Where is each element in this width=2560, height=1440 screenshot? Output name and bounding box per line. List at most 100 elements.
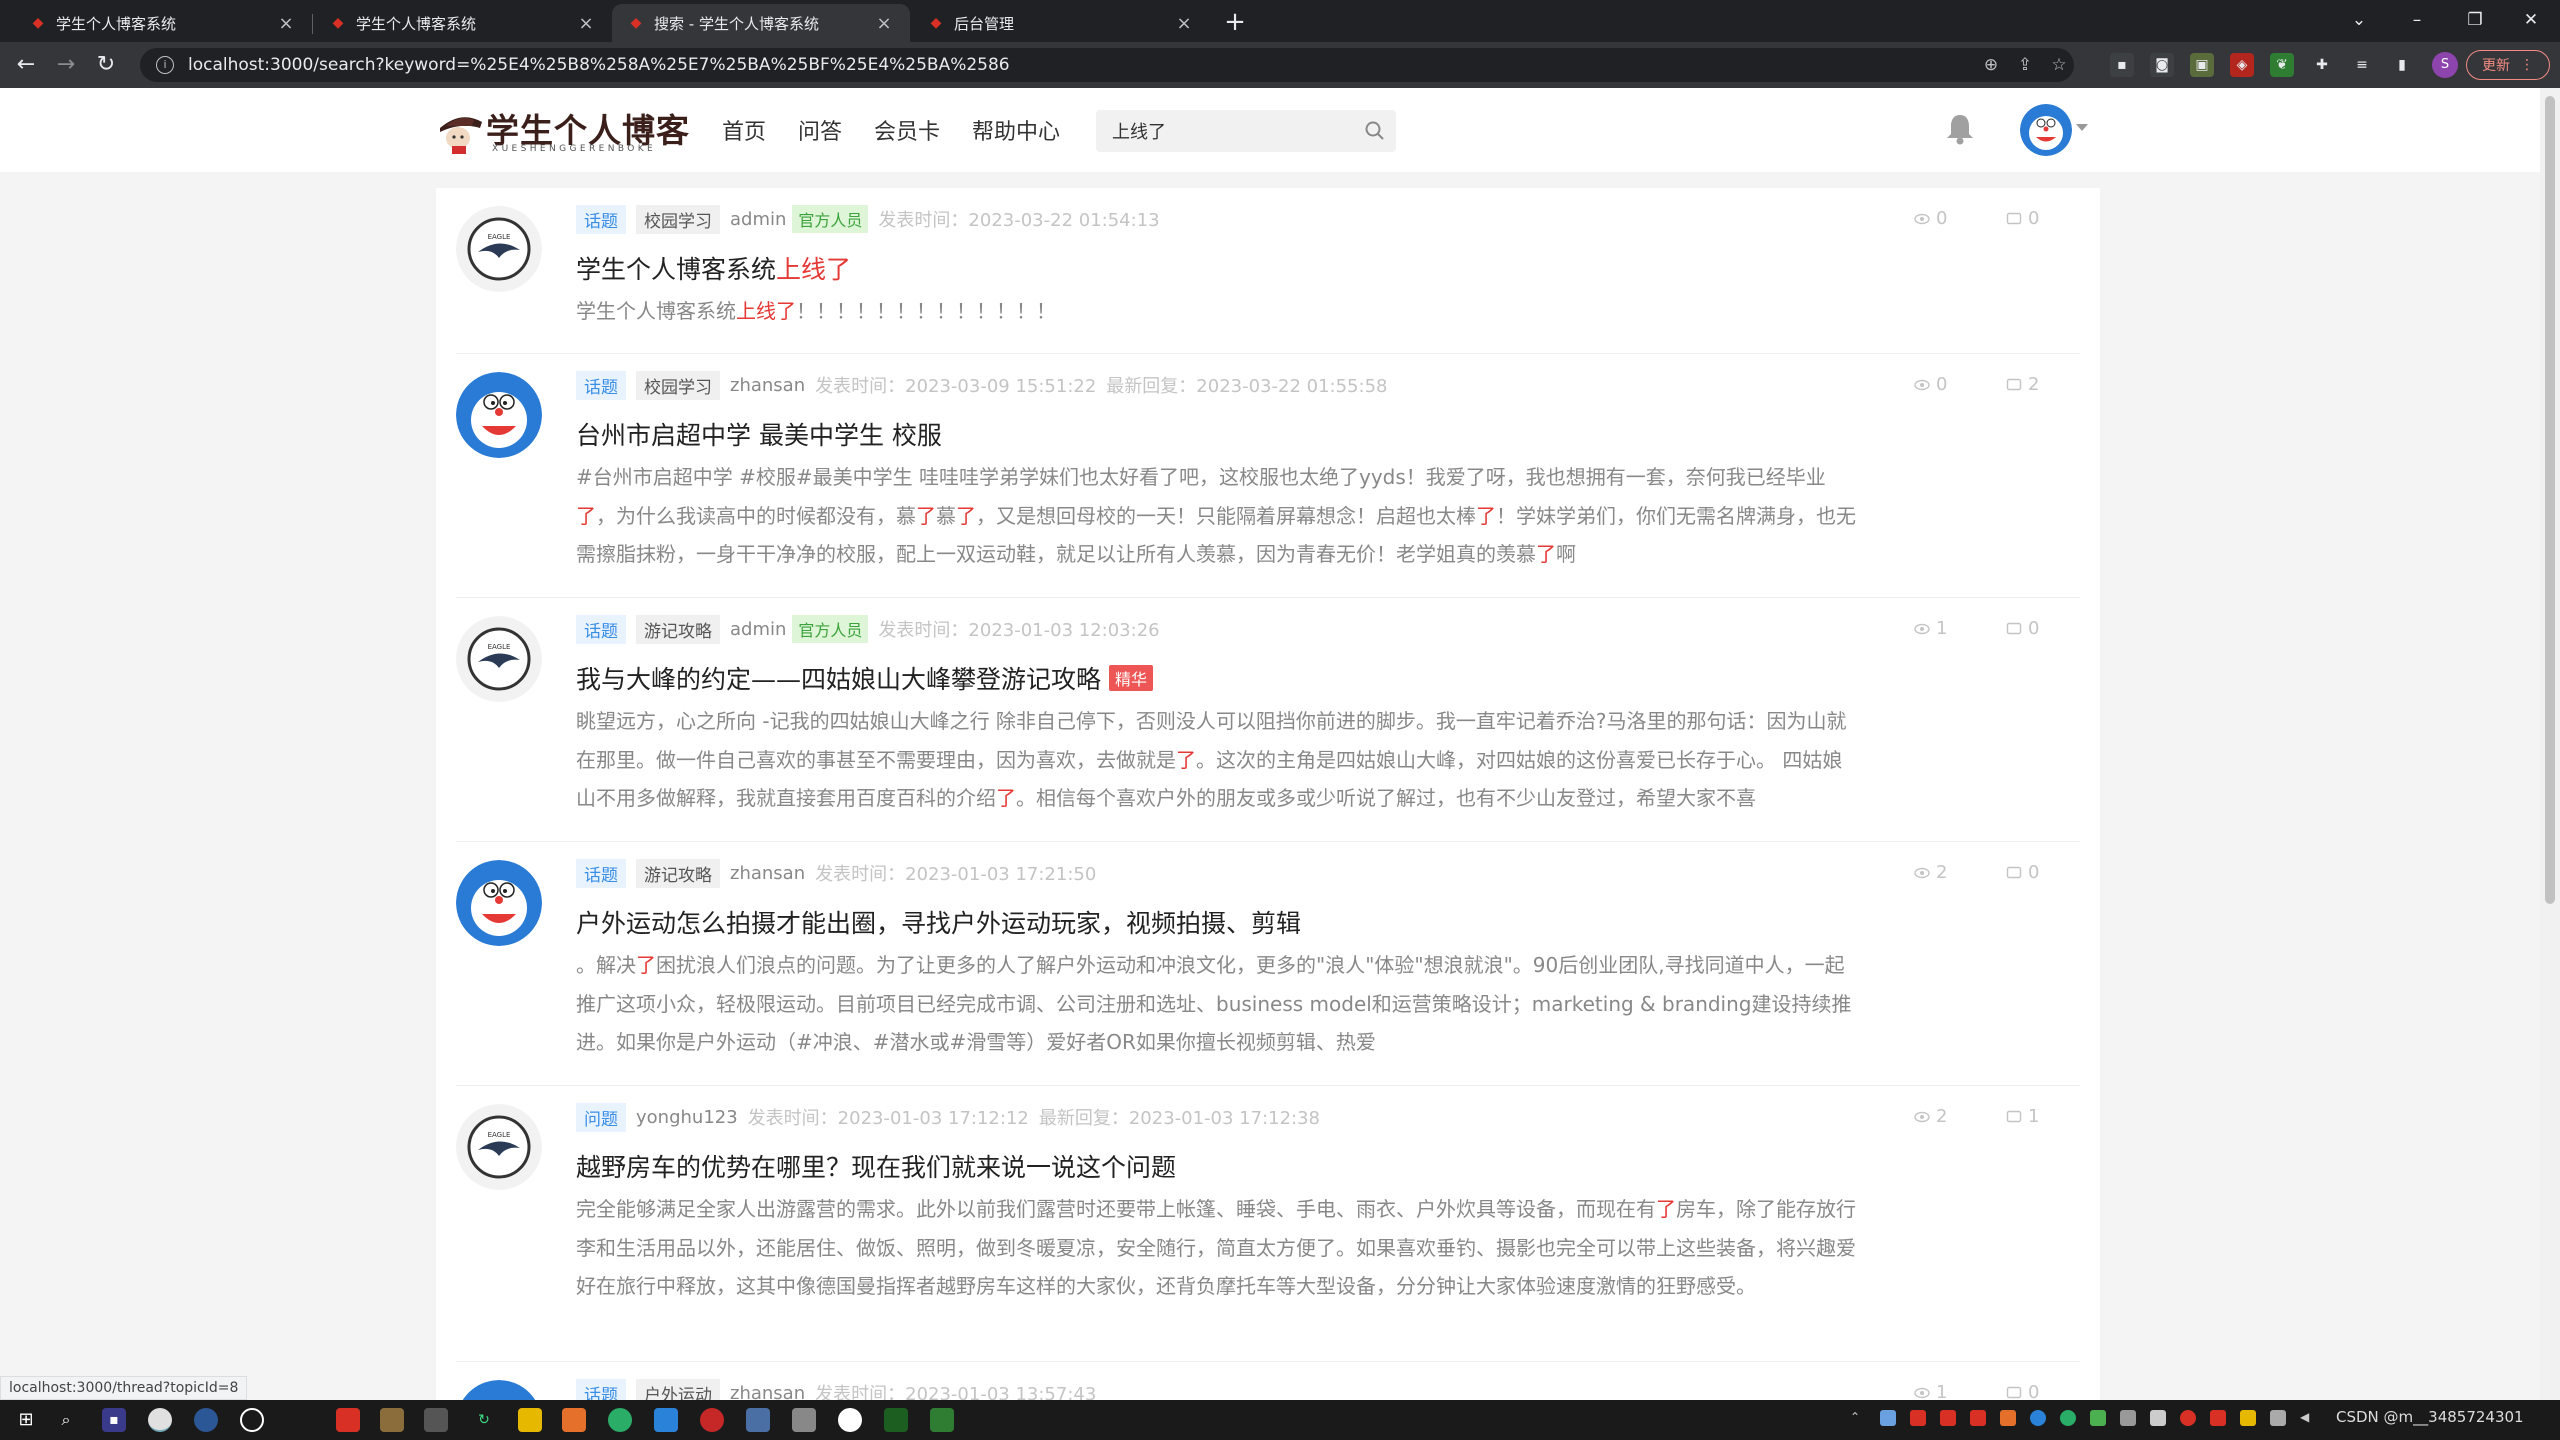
taskbar-search-icon[interactable]: ⌕ <box>54 1408 78 1432</box>
user-avatar[interactable] <box>2020 104 2072 156</box>
zoom-icon[interactable]: ⊕ <box>1980 55 2002 77</box>
more-menu-icon[interactable]: ⋮ <box>2520 57 2534 73</box>
tray-wechat-icon[interactable] <box>2060 1410 2076 1426</box>
taskbar-terminal-icon[interactable] <box>884 1408 908 1432</box>
extensions-puzzle-icon[interactable]: ✚ <box>2310 53 2334 77</box>
reading-list-icon[interactable]: ≡ <box>2350 53 2374 77</box>
post-author[interactable]: yonghu123 <box>636 1107 738 1128</box>
extension-chat-icon[interactable]: ▪ <box>2110 53 2134 77</box>
bookmark-star-icon[interactable]: ☆ <box>2048 55 2070 77</box>
address-bar[interactable]: i localhost:3000/search?keyword=%25E4%25… <box>140 48 2074 82</box>
avatar-eagle-logo[interactable]: EAGLE <box>456 206 542 292</box>
post-type-tag[interactable]: 话题 <box>576 1378 626 1400</box>
taskbar-sync-icon[interactable]: ↻ <box>472 1408 496 1432</box>
taskbar-app-icon[interactable] <box>336 1408 360 1432</box>
post-item[interactable]: 话题 校园学习 zhansan 发表时间：2023-03-09 15:51:22… <box>456 354 2080 598</box>
post-author[interactable]: zhansan <box>730 375 805 396</box>
search-input[interactable] <box>1112 110 1352 152</box>
close-tab-icon[interactable]: × <box>1174 13 1194 34</box>
taskbar-app-icon[interactable] <box>700 1408 724 1432</box>
post-category-tag[interactable]: 游记攻略 <box>636 858 720 888</box>
extension-leaf-icon[interactable]: ❦ <box>2270 53 2294 77</box>
back-button[interactable]: ← <box>10 50 42 82</box>
taskbar-folder-icon[interactable] <box>518 1408 542 1432</box>
taskbar-vscode-icon[interactable] <box>654 1408 678 1432</box>
browser-tab[interactable]: ◆ 学生个人博客系统 × <box>14 4 312 42</box>
taskbar-chat-icon[interactable] <box>838 1408 862 1432</box>
site-info-icon[interactable]: i <box>156 56 174 74</box>
post-category-tag[interactable]: 户外运动 <box>636 1378 720 1400</box>
taskbar-app-icon[interactable] <box>792 1408 816 1432</box>
tray-network-icon[interactable] <box>2270 1410 2286 1426</box>
extension-image-icon[interactable]: ▣ <box>2190 53 2214 77</box>
tray-microphone-icon[interactable] <box>2150 1410 2166 1426</box>
post-item[interactable]: EAGLE 问题 yonghu123 发表时间：2023-01-03 17:12… <box>456 1086 2080 1362</box>
nav-item-help[interactable]: 帮助中心 <box>972 114 1060 146</box>
tray-app-icon[interactable] <box>1940 1410 1956 1426</box>
post-category-tag[interactable]: 校园学习 <box>636 204 720 234</box>
forward-button[interactable]: → <box>50 50 82 82</box>
taskbar-app-icon[interactable] <box>746 1408 770 1432</box>
avatar-doraemon[interactable] <box>456 372 542 458</box>
tray-chevron-up-icon[interactable]: ⌃ <box>1850 1410 1866 1426</box>
tray-app-icon[interactable] <box>1880 1410 1896 1426</box>
address-url[interactable]: localhost:3000/search?keyword=%25E4%25B8… <box>188 55 1010 75</box>
post-item[interactable]: 话题 游记攻略 zhansan 发表时间：2023-01-03 17:21:50… <box>456 842 2080 1086</box>
notification-bell-icon[interactable] <box>1944 112 1976 146</box>
new-tab-button[interactable]: + <box>1218 6 1252 40</box>
page-scrollbar[interactable] <box>2540 88 2560 1400</box>
taskbar-record-icon[interactable] <box>240 1408 264 1432</box>
avatar-eagle-logo[interactable]: EAGLE <box>456 1104 542 1190</box>
taskbar-app-icon[interactable] <box>424 1408 448 1432</box>
nav-item-home[interactable]: 首页 <box>722 114 766 146</box>
tray-app-icon[interactable] <box>2210 1410 2226 1426</box>
taskbar-browser-icon[interactable] <box>194 1408 218 1432</box>
tray-app-icon[interactable] <box>2030 1410 2046 1426</box>
share-icon[interactable]: ⇪ <box>2014 55 2036 77</box>
update-button[interactable]: 更新 ⋮ <box>2466 50 2550 80</box>
post-title[interactable]: 越野房车的优势在哪里？现在我们就来说一说这个问题 <box>576 1148 1176 1184</box>
post-item[interactable]: 话题 户外运动 zhansan 发表时间：2023-01-03 13:57:43… <box>456 1362 2080 1400</box>
taskbar-chrome-icon[interactable] <box>148 1408 172 1432</box>
user-menu-chevron-down-icon[interactable] <box>2076 124 2088 131</box>
post-author[interactable]: admin <box>730 209 786 230</box>
tray-app-icon[interactable] <box>1910 1410 1926 1426</box>
side-panel-icon[interactable]: ▮ <box>2390 53 2414 77</box>
taskbar-app-icon[interactable]: ▪ <box>102 1408 126 1432</box>
taskbar-excel-icon[interactable] <box>930 1408 954 1432</box>
tray-app-icon[interactable] <box>2120 1410 2136 1426</box>
post-item[interactable]: EAGLE 话题 校园学习 admin 官方人员 发表时间：2023-03-22… <box>456 188 2080 354</box>
post-type-tag[interactable]: 问题 <box>576 1102 626 1132</box>
tray-app-icon[interactable] <box>2000 1410 2016 1426</box>
close-window-button[interactable]: ✕ <box>2502 0 2560 42</box>
tray-volume-icon[interactable]: ◀ <box>2300 1410 2316 1426</box>
nav-item-membership[interactable]: 会员卡 <box>874 114 940 146</box>
post-type-tag[interactable]: 话题 <box>576 370 626 400</box>
reload-button[interactable]: ↻ <box>90 50 122 82</box>
post-item[interactable]: EAGLE 话题 游记攻略 admin 官方人员 发表时间：2023-01-03… <box>456 598 2080 842</box>
tab-search-icon[interactable]: ⌄ <box>2330 0 2388 42</box>
tray-app-icon[interactable] <box>2090 1410 2106 1426</box>
post-author[interactable]: admin <box>730 619 786 640</box>
browser-tab[interactable]: ◆ 学生个人博客系统 × <box>314 4 612 42</box>
search-icon[interactable] <box>1364 120 1386 142</box>
post-author[interactable]: zhansan <box>730 863 805 884</box>
post-author[interactable]: zhansan <box>730 1383 805 1401</box>
tray-app-icon[interactable] <box>2240 1410 2256 1426</box>
post-title[interactable]: 台州市启超中学 最美中学生 校服 <box>576 416 942 452</box>
profile-avatar[interactable]: S <box>2432 52 2458 78</box>
tray-record-icon[interactable] <box>2180 1410 2196 1426</box>
tray-app-icon[interactable] <box>1970 1410 1986 1426</box>
avatar-eagle-logo[interactable]: EAGLE <box>456 616 542 702</box>
restore-button[interactable]: ❐ <box>2446 0 2504 42</box>
nav-item-qa[interactable]: 问答 <box>798 114 842 146</box>
post-category-tag[interactable]: 校园学习 <box>636 370 720 400</box>
windows-start-icon[interactable]: ⊞ <box>14 1408 38 1432</box>
site-logo[interactable]: 学生个人博客 XUESHENGGERENBOKE <box>436 102 689 160</box>
close-tab-icon[interactable]: × <box>576 13 596 34</box>
extension-shield-icon[interactable]: ◈ <box>2230 53 2254 77</box>
taskbar-app-icon[interactable] <box>562 1408 586 1432</box>
avatar-doraemon[interactable] <box>456 1380 542 1400</box>
post-title[interactable]: 我与大峰的约定——四姑娘山大峰攀登游记攻略 精华 <box>576 660 1154 696</box>
post-category-tag[interactable]: 游记攻略 <box>636 614 720 644</box>
